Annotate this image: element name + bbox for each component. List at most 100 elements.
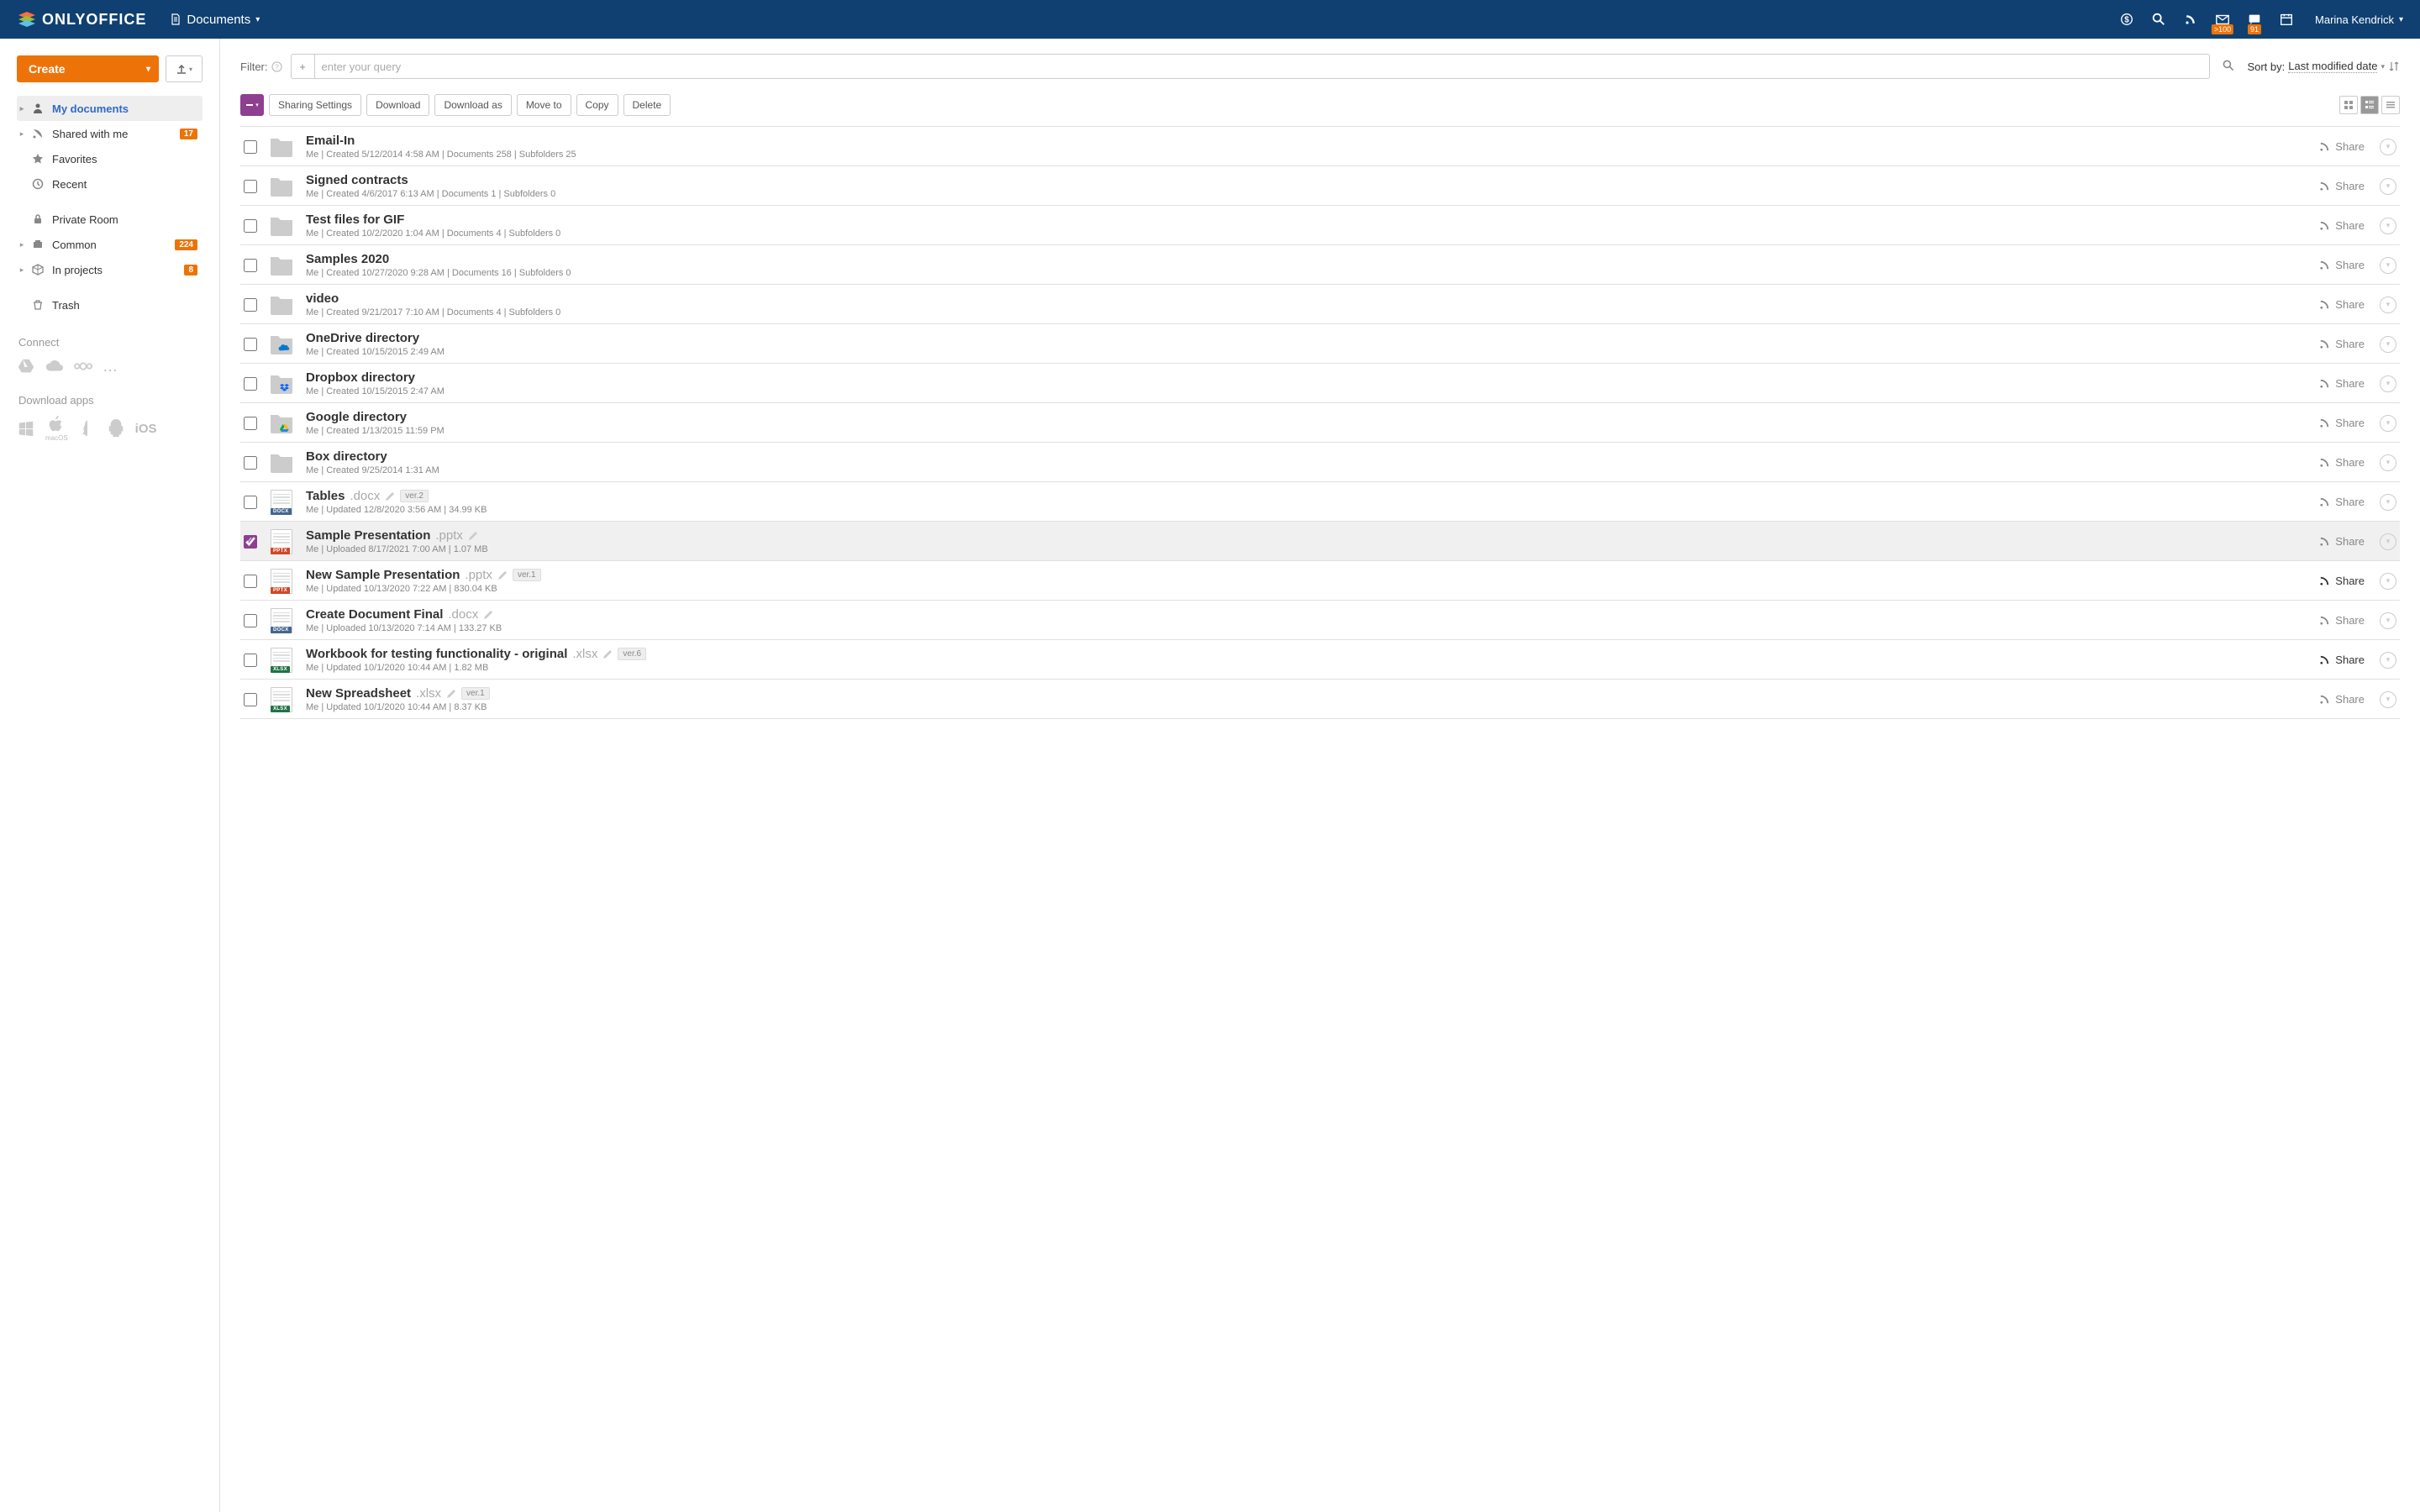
file-checkbox[interactable] [244,496,257,509]
file-checkbox[interactable] [244,693,257,706]
file-row[interactable]: Dropbox directoryMe | Created 10/15/2015… [240,364,2400,403]
sidebar-item-favorites[interactable]: Favorites [17,146,203,171]
pencil-icon[interactable] [468,531,478,541]
sidebar-item-trash[interactable]: Trash [17,292,203,318]
file-row[interactable]: XLSXNew Spreadsheet.xlsxver.1Me | Update… [240,680,2400,719]
ios-icon[interactable]: iOS [135,422,157,436]
create-button[interactable]: Create ▾ [17,55,159,82]
file-row[interactable]: Samples 2020Me | Created 10/27/2020 9:28… [240,245,2400,285]
share-button[interactable]: Share [2319,456,2365,469]
pencil-icon[interactable] [483,610,493,620]
logo[interactable]: ONLYOFFICE [17,9,146,29]
row-menu-button[interactable]: ▾ [2380,415,2396,432]
file-checkbox[interactable] [244,140,257,154]
mail-icon[interactable]: >100 [2214,11,2231,28]
chat-icon[interactable]: 91 [2246,11,2263,28]
sidebar-item-my-documents[interactable]: ▸My documents [17,96,203,121]
row-menu-button[interactable]: ▾ [2380,139,2396,155]
view-compact-icon[interactable] [2381,96,2400,114]
share-button[interactable]: Share [2319,180,2365,192]
row-menu-button[interactable]: ▾ [2380,257,2396,274]
delete-button[interactable]: Delete [623,94,671,116]
share-button[interactable]: Share [2319,575,2365,587]
sidebar-item-in-projects[interactable]: ▸In projects8 [17,257,203,282]
feed-icon[interactable] [2182,11,2199,28]
row-menu-button[interactable]: ▾ [2380,691,2396,708]
file-checkbox[interactable] [244,338,257,351]
nextcloud-icon[interactable] [74,357,92,375]
file-checkbox[interactable] [244,456,257,470]
sidebar-item-private-room[interactable]: Private Room [17,207,203,232]
share-button[interactable]: Share [2319,259,2365,271]
copy-button[interactable]: Copy [576,94,618,116]
filter-add-button[interactable]: + [292,55,315,78]
file-checkbox[interactable] [244,219,257,233]
view-grid-icon[interactable] [2339,96,2358,114]
nav-documents[interactable]: Documents ▾ [170,13,260,27]
row-menu-button[interactable]: ▾ [2380,375,2396,392]
sidebar-item-common[interactable]: ▸Common224 [17,232,203,257]
sort-control[interactable]: Sort by: Last modified date ▾ [2247,60,2400,73]
file-checkbox[interactable] [244,575,257,588]
file-row[interactable]: Google directoryMe | Created 1/13/2015 1… [240,403,2400,443]
windows-icon[interactable] [17,419,35,438]
linux-icon[interactable] [78,419,97,438]
sharing-settings-button[interactable]: Sharing Settings [269,94,361,116]
filter-input[interactable] [315,60,2210,73]
pencil-icon[interactable] [497,570,508,580]
file-checkbox[interactable] [244,654,257,667]
file-row[interactable]: Signed contractsMe | Created 4/6/2017 6:… [240,166,2400,206]
user-menu[interactable]: Marina Kendrick ▾ [2315,13,2403,26]
row-menu-button[interactable]: ▾ [2380,336,2396,353]
share-button[interactable]: Share [2319,496,2365,508]
row-menu-button[interactable]: ▾ [2380,297,2396,313]
share-button[interactable]: Share [2319,417,2365,429]
share-button[interactable]: Share [2319,693,2365,706]
row-menu-button[interactable]: ▾ [2380,178,2396,195]
view-list-detail-icon[interactable] [2360,96,2379,114]
search-icon[interactable] [2150,11,2167,28]
file-row[interactable]: PPTXSample Presentation.pptxMe | Uploade… [240,522,2400,561]
pencil-icon[interactable] [446,689,456,699]
move-to-button[interactable]: Move to [517,94,571,116]
download-as-button[interactable]: Download as [434,94,511,116]
row-menu-button[interactable]: ▾ [2380,454,2396,471]
search-button[interactable] [2218,59,2238,75]
file-checkbox[interactable] [244,259,257,272]
row-menu-button[interactable]: ▾ [2380,652,2396,669]
file-row[interactable]: DOCXCreate Document Final.docxMe | Uploa… [240,601,2400,640]
file-checkbox[interactable] [244,417,257,430]
share-button[interactable]: Share [2319,140,2365,153]
upload-button[interactable]: ▾ [166,55,203,82]
gdrive-icon[interactable] [17,357,35,375]
share-button[interactable]: Share [2319,377,2365,390]
share-button[interactable]: Share [2319,298,2365,311]
file-checkbox[interactable] [244,298,257,312]
sidebar-item-shared-with-me[interactable]: ▸Shared with me17 [17,121,203,146]
gift-icon[interactable]: $ [2118,11,2135,28]
sort-value[interactable]: Last modified date [2288,60,2377,73]
share-button[interactable]: Share [2319,535,2365,548]
file-row[interactable]: OneDrive directoryMe | Created 10/15/201… [240,324,2400,364]
help-icon[interactable]: ? [271,61,282,72]
sort-direction-icon[interactable] [2388,60,2400,72]
cloud-icon[interactable] [45,357,64,375]
row-menu-button[interactable]: ▾ [2380,612,2396,629]
pencil-icon[interactable] [602,649,613,659]
file-row[interactable]: Box directoryMe | Created 9/25/2014 1:31… [240,443,2400,482]
file-checkbox[interactable] [244,535,257,549]
share-button[interactable]: Share [2319,614,2365,627]
file-row[interactable]: DOCXTables.docxver.2Me | Updated 12/8/20… [240,482,2400,522]
file-checkbox[interactable] [244,377,257,391]
file-row[interactable]: PPTXNew Sample Presentation.pptxver.1Me … [240,561,2400,601]
share-button[interactable]: Share [2319,654,2365,666]
file-row[interactable]: videoMe | Created 9/21/2017 7:10 AM | Do… [240,285,2400,324]
sidebar-item-recent[interactable]: Recent [17,171,203,197]
calendar-icon[interactable] [2278,11,2295,28]
pencil-icon[interactable] [385,491,395,501]
share-button[interactable]: Share [2319,338,2365,350]
file-row[interactable]: Email-InMe | Created 5/12/2014 4:58 AM |… [240,127,2400,166]
share-button[interactable]: Share [2319,219,2365,232]
file-row[interactable]: Test files for GIFMe | Created 10/2/2020… [240,206,2400,245]
file-checkbox[interactable] [244,614,257,627]
